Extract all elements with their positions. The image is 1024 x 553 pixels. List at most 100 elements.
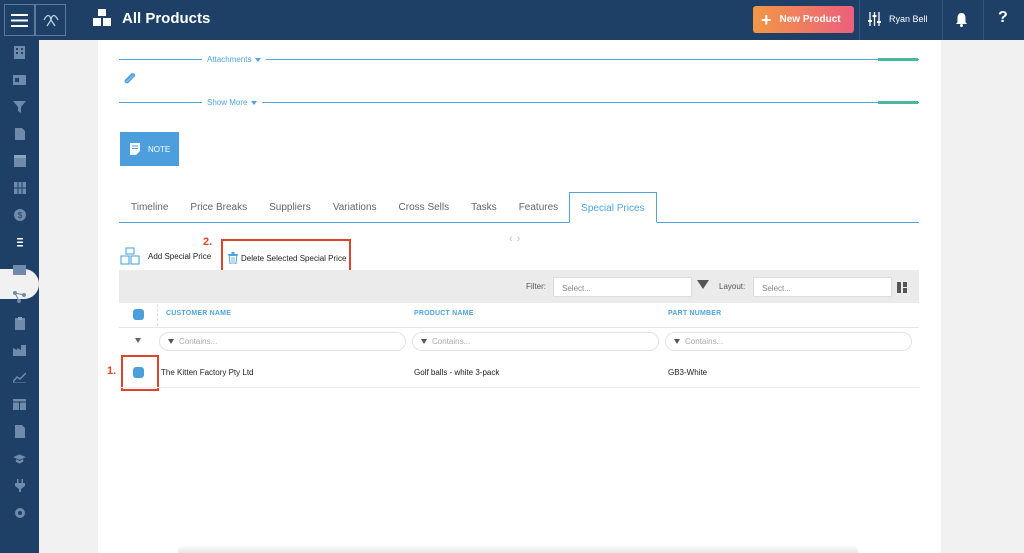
sidebar-item-table[interactable] — [13, 398, 26, 411]
customer-filter-input[interactable]: Contains... — [159, 332, 406, 351]
customer-cell[interactable]: The Kitten Factory Pty Ltd — [161, 368, 253, 377]
tab-suppliers[interactable]: Suppliers — [258, 192, 322, 223]
filter-icon — [168, 339, 174, 344]
sidebar-item-funnel[interactable] — [13, 100, 26, 113]
sidebar-item-documents[interactable] — [13, 127, 26, 140]
tab-cross-sells[interactable]: Cross Sells — [388, 192, 461, 223]
caret-down-icon — [255, 57, 262, 62]
tab-price-breaks[interactable]: Price Breaks — [179, 192, 258, 223]
page-title-area: All Products — [92, 9, 210, 27]
list-icon — [13, 264, 26, 275]
row-separator — [119, 387, 919, 388]
boxes-icon — [93, 9, 111, 26]
bell-icon — [956, 13, 967, 27]
note-button[interactable]: NOTE — [120, 132, 179, 166]
clipboard-icon — [14, 317, 25, 330]
attachments-progress-bar — [878, 58, 918, 61]
attachments-toggle[interactable]: Attachments — [202, 55, 267, 64]
tab-tasks[interactable]: Tasks — [460, 192, 508, 223]
sidebar-item-lists[interactable] — [13, 263, 26, 276]
sidebar-item-schedule[interactable] — [13, 181, 26, 194]
attachments-label: Attachments — [207, 55, 252, 64]
sidebar-item-clipboard[interactable] — [13, 317, 26, 330]
row-checkbox[interactable] — [133, 367, 144, 378]
tab-special-prices[interactable]: Special Prices — [569, 192, 657, 223]
sidebar-item-network[interactable] — [13, 290, 26, 303]
sidebar-item-settings[interactable] — [13, 506, 26, 519]
sidebar-item-calendar[interactable] — [13, 154, 26, 167]
layout-icon — [897, 282, 907, 293]
new-product-label: New Product — [779, 14, 841, 25]
layout-button[interactable] — [897, 280, 907, 298]
part-filter-input[interactable]: Contains... — [665, 332, 912, 351]
delete-special-price-label: Delete Selected Special Price — [241, 253, 347, 263]
part-number-cell[interactable]: GB3-White — [668, 368, 707, 377]
tab-variations[interactable]: Variations — [322, 192, 388, 223]
new-product-button[interactable]: + New Product — [753, 6, 854, 33]
tab-scroll-arrows[interactable]: ‹› — [509, 233, 524, 245]
product-cell[interactable]: Golf balls - white 3-pack — [414, 368, 499, 377]
header-divider — [983, 0, 984, 40]
product-list-icon — [14, 236, 25, 249]
filter-select[interactable]: Select... — [553, 277, 692, 297]
sidebar-item-products[interactable] — [13, 236, 26, 249]
factory-icon — [13, 345, 26, 356]
show-more-progress-bar — [878, 101, 918, 104]
filter-row-icon — [135, 338, 141, 343]
hamburger-menu-button[interactable] — [4, 4, 35, 36]
show-more-toggle[interactable]: Show More — [202, 98, 263, 107]
product-filter-input[interactable]: Contains... — [412, 332, 659, 351]
sidebar-item-training[interactable] — [13, 452, 26, 465]
funnel-icon — [13, 100, 26, 113]
filter-label: Filter: — [526, 282, 546, 291]
line-chart-icon — [13, 372, 26, 383]
sidebar-item-files[interactable] — [13, 425, 26, 438]
step-2-marker: 2. — [203, 236, 213, 248]
filter-icon[interactable] — [697, 280, 709, 289]
add-special-price-label: Add Special Price — [148, 251, 212, 261]
header-divider — [942, 0, 943, 40]
gear-icon — [14, 507, 25, 518]
layout-select[interactable]: Select... — [753, 277, 892, 297]
notifications-button[interactable] — [955, 12, 968, 32]
sidebar-item-contacts[interactable] — [13, 73, 26, 86]
app-logo-button[interactable] — [35, 4, 66, 36]
column-header-customer[interactable]: CUSTOMER NAME — [166, 310, 231, 317]
trash-icon — [228, 252, 238, 264]
dollar-coin-icon: $ — [13, 208, 26, 221]
column-header-product[interactable]: PRODUCT NAME — [414, 310, 474, 317]
user-menu[interactable]: Ryan Bell — [868, 12, 928, 26]
plug-icon — [14, 479, 25, 492]
sliders-icon — [868, 12, 881, 26]
column-header-part[interactable]: PART NUMBER — [668, 310, 721, 317]
page-title: All Products — [122, 9, 211, 27]
product-filter-placeholder: Contains... — [432, 337, 471, 346]
select-all-checkbox[interactable] — [133, 309, 144, 320]
sidebar-item-reports[interactable] — [13, 371, 26, 384]
sidebar-item-integrations[interactable] — [13, 479, 26, 492]
column-resizer[interactable] — [157, 304, 158, 326]
table-icon — [13, 399, 26, 410]
filter-icon — [674, 339, 680, 344]
user-name: Ryan Bell — [889, 14, 928, 24]
attach-file-button[interactable] — [122, 71, 138, 92]
sidebar-item-factory[interactable] — [13, 344, 26, 357]
logo-icon — [42, 14, 59, 27]
top-bar: All Products + New Product Ryan Bell ? — [0, 0, 1024, 40]
tab-features[interactable]: Features — [508, 192, 569, 223]
plus-icon: + — [761, 9, 772, 30]
tab-timeline[interactable]: Timeline — [120, 192, 179, 223]
id-card-icon — [13, 74, 26, 85]
hamburger-icon — [11, 13, 28, 27]
sidebar-item-dashboard[interactable] — [13, 46, 26, 59]
add-special-price-button[interactable]: Add Special Price — [120, 247, 211, 265]
paperclip-icon — [124, 73, 136, 84]
caret-down-icon — [251, 100, 258, 105]
sidebar-item-finance[interactable]: $ — [13, 208, 26, 221]
tab-bar: Timeline Price Breaks Suppliers Variatio… — [120, 192, 657, 223]
help-button[interactable]: ? — [998, 9, 1008, 27]
header-divider — [859, 0, 860, 40]
layout-label: Layout: — [719, 282, 746, 291]
note-icon — [130, 143, 140, 155]
show-more-label: Show More — [207, 98, 248, 107]
